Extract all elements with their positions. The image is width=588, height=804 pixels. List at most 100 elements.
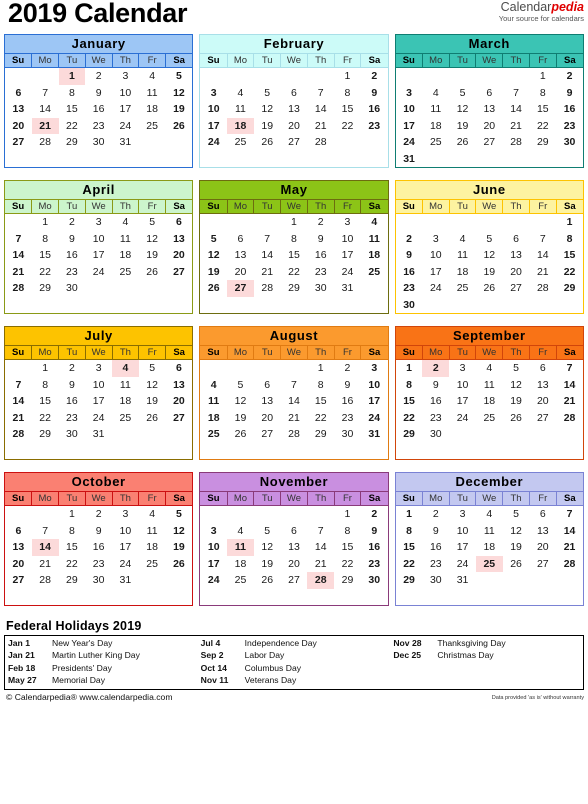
day-cell-saturday: 22 xyxy=(563,265,576,278)
week-row: 17 18 19 20 21 22 23 xyxy=(200,556,387,573)
day-cell-sunday: 7 xyxy=(15,378,22,391)
day-cell-saturday: 5 xyxy=(175,508,182,520)
weekday-header-row: Su Mo Tu We Th Fr Sa xyxy=(395,345,583,360)
day-cell-empty xyxy=(5,214,32,231)
day-cell: 18 xyxy=(483,541,496,553)
weekday-header-mo: Mo xyxy=(422,199,450,214)
day-cell: 9 xyxy=(432,524,439,537)
day-cell: 22 xyxy=(66,557,78,570)
week-row xyxy=(5,297,192,314)
weekday-header-mo: Mo xyxy=(227,199,255,214)
day-cell: 17 xyxy=(456,541,469,553)
day-cell: 10 xyxy=(92,378,105,391)
weekday-header-mo: Mo xyxy=(422,53,450,68)
weekday-header-tu: Tu xyxy=(58,53,86,68)
weekday-header-th: Th xyxy=(502,53,530,68)
day-cell-empty xyxy=(307,151,334,168)
day-cell-sunday: 16 xyxy=(403,265,415,278)
day-cell-saturday: 16 xyxy=(368,103,381,115)
day-cell: 15 xyxy=(39,249,51,261)
month-block-september: September Su Mo Tu We Th Fr Sa 1 2 3 4 5 6 7 8 9 10 11 12 13… xyxy=(394,326,584,460)
day-cell-empty xyxy=(556,589,583,606)
day-cell: 10 xyxy=(456,524,469,537)
day-cell: 29 xyxy=(288,282,300,294)
weekday-header-we: We xyxy=(475,53,504,68)
day-cell-saturday: 27 xyxy=(173,411,185,424)
day-cell: 6 xyxy=(513,232,519,245)
day-cell: 19 xyxy=(234,411,247,424)
weekday-header-th: Th xyxy=(502,345,530,360)
day-cell-saturday: 5 xyxy=(175,70,182,82)
day-cell-empty xyxy=(396,589,423,606)
day-cell: 4 xyxy=(486,362,493,374)
week-row: 28 29 30 xyxy=(5,280,192,297)
day-cell-holiday: 27 xyxy=(227,280,254,297)
weekday-header-mo: Mo xyxy=(227,53,255,68)
week-row: 19 20 21 22 23 24 25 xyxy=(200,264,387,281)
weekday-header-su: Su xyxy=(395,491,423,506)
weekday-header-th: Th xyxy=(307,53,335,68)
day-cell-saturday: 23 xyxy=(563,119,576,132)
day-cell-empty xyxy=(529,589,556,606)
day-cell-sunday: 21 xyxy=(12,265,25,278)
day-cell-empty xyxy=(32,151,59,168)
holiday-name: Presidents' Day xyxy=(52,662,112,673)
day-cell-empty xyxy=(227,151,254,168)
day-cell: 14 xyxy=(314,541,327,553)
holiday-list-item: Jan 1 New Year's Day xyxy=(8,637,198,649)
day-cell-sunday: 18 xyxy=(207,411,220,424)
day-cell: 1 xyxy=(42,362,49,374)
day-cell-saturday: 9 xyxy=(371,524,378,537)
weekday-header-sa: Sa xyxy=(360,53,388,68)
day-cell-empty xyxy=(200,297,227,314)
month-title: May xyxy=(200,181,388,199)
day-cell-sunday: 8 xyxy=(406,524,412,537)
day-cell: 27 xyxy=(536,411,549,424)
day-cell: 15 xyxy=(39,395,51,407)
weekday-header-mo: Mo xyxy=(422,491,450,506)
day-cell-empty xyxy=(529,297,556,314)
weekday-header-row: Su Mo Tu We Th Fr Sa xyxy=(395,491,583,506)
day-cell: 9 xyxy=(95,524,102,537)
day-cell: 26 xyxy=(510,557,522,570)
week-row xyxy=(200,151,387,168)
day-cell: 18 xyxy=(234,557,247,570)
day-cell: 24 xyxy=(456,411,469,424)
day-cell-empty xyxy=(32,589,59,606)
day-cell-empty xyxy=(281,589,308,606)
day-cell-empty xyxy=(307,506,334,523)
day-cell-empty xyxy=(476,214,503,231)
weekday-header-row: Su Mo Tu We Th Fr Sa xyxy=(200,53,388,68)
day-cell-empty xyxy=(85,297,112,314)
day-cell-empty xyxy=(503,572,530,589)
month-table: Su Mo Tu We Th Fr Sa 1 2 3 4 5 6 7 8 9 10 11 12 13 14 15 16 17… xyxy=(5,53,193,168)
weekday-header-su: Su xyxy=(395,345,423,360)
day-cell: 9 xyxy=(68,378,75,391)
weekday-header-fr: Fr xyxy=(334,345,362,360)
day-cell-sunday: 2 xyxy=(406,232,412,245)
day-cell-sunday: 31 xyxy=(403,152,415,165)
day-cell: 16 xyxy=(429,395,442,407)
day-cell-empty xyxy=(503,214,530,231)
weekday-header-su: Su xyxy=(5,199,33,214)
day-cell-empty xyxy=(32,297,59,314)
weekday-header-sa: Sa xyxy=(360,491,388,506)
month-table: Su Mo Tu We Th Fr Sa 1 2 3 4 5 6 7 8 9 10 11 12 13 14 15 16 17… xyxy=(5,491,193,606)
day-cell: 28 xyxy=(314,136,327,148)
day-cell-empty xyxy=(449,443,476,460)
day-cell: 24 xyxy=(456,557,469,570)
day-cell-empty xyxy=(281,506,308,523)
month-table: Su Mo Tu We Th Fr Sa 1 2 3 4 5 6 7 8 9 10 11 12 13 14 15 16 17 1… xyxy=(395,345,583,460)
week-row: 14 15 16 17 18 19 20 xyxy=(5,393,192,410)
weekday-header-sa: Sa xyxy=(556,53,583,68)
day-cell: 19 xyxy=(510,541,522,553)
day-cell: 17 xyxy=(341,249,354,261)
day-cell: 23 xyxy=(429,557,442,570)
week-row: 17 18 19 20 21 22 23 xyxy=(396,118,583,135)
day-cell: 12 xyxy=(261,103,274,115)
day-cell-saturday: 2 xyxy=(371,70,378,82)
day-cell-saturday: 10 xyxy=(368,378,381,391)
day-cell: 11 xyxy=(146,86,158,99)
weekday-header-mo: Mo xyxy=(31,345,59,360)
day-cell: 25 xyxy=(234,136,247,148)
